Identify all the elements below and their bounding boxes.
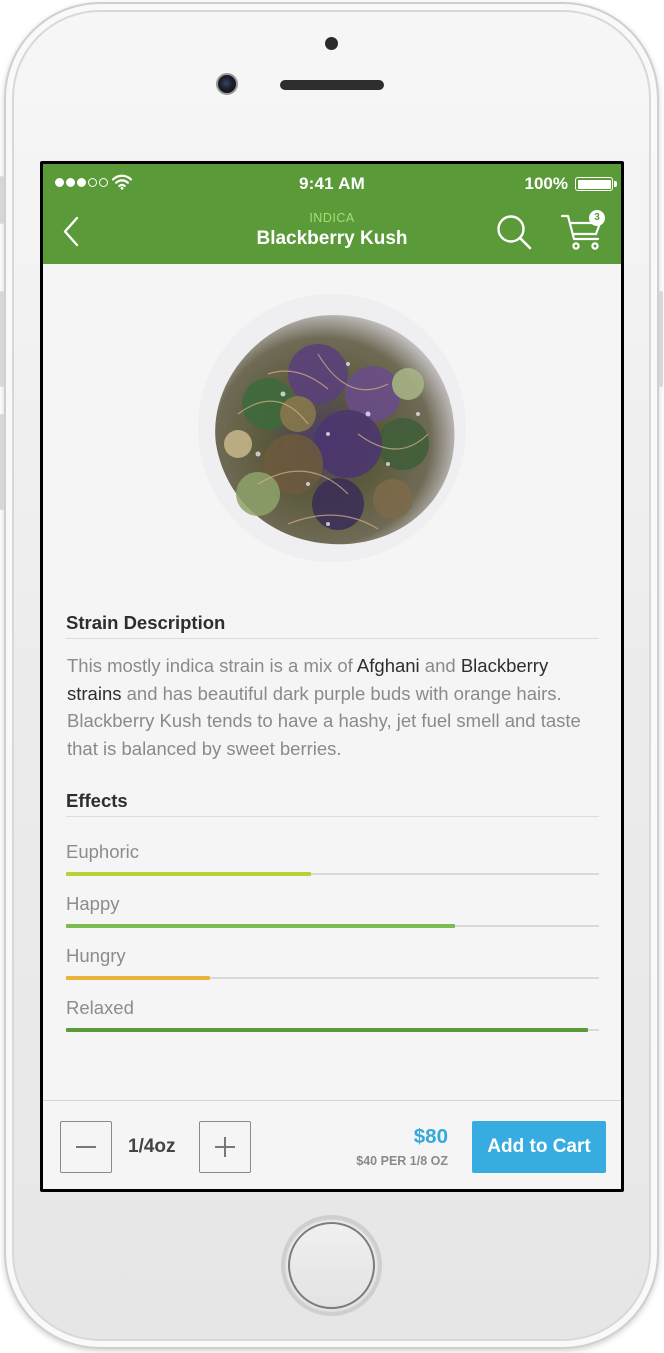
add-to-cart-button[interactable]: Add to Cart [472,1121,606,1173]
divider [66,816,599,817]
app-display: 9:41 AM 100% INDICA Blackberry Kush 3 St… [43,164,621,1189]
quantity-value: 1/4oz [128,1136,176,1157]
search-button[interactable] [495,213,533,251]
effect-bar-fill [66,924,455,928]
proximity-sensor [325,37,338,50]
description-text: and [419,655,461,676]
strain-description-text: This mostly indica strain is a mix of Af… [67,652,602,762]
divider [66,638,599,639]
effect-bar-track [66,1028,599,1032]
cart-count-badge: 3 [589,210,605,226]
purchase-bar: 1/4oz $80 $40 PER 1/8 OZ Add to Cart [43,1100,621,1189]
price: $80 [413,1125,448,1148]
battery-percentage: 100% [524,174,568,193]
effect-row: Happy [66,893,599,928]
effect-label: Euphoric [66,841,140,862]
effect-bar-fill [66,1028,588,1032]
header: 9:41 AM 100% INDICA Blackberry Kush 3 [43,164,621,264]
description-highlight: Afghani [356,655,420,676]
effect-bar-track [66,872,599,876]
effect-label: Relaxed [66,997,134,1018]
effect-row: Hungry [66,945,599,980]
effect-row: Relaxed [66,997,599,1032]
search-icon [497,215,532,250]
decrease-quantity-button[interactable] [60,1121,112,1173]
effect-bar-track [66,976,599,980]
increase-quantity-button[interactable] [199,1121,251,1173]
effect-row: Euphoric [66,841,599,876]
description-text: and has beautiful dark purple buds with … [67,682,581,759]
description-text: This mostly indica strain is a mix of [67,655,357,676]
strain-type: INDICA [309,211,355,225]
effect-bar-fill [66,976,210,980]
page-title: Blackberry Kush [256,228,408,249]
effect-bar-track [66,924,599,928]
product-image [198,294,466,562]
front-camera [216,73,238,95]
strain-description-heading: Strain Description [66,612,226,633]
volume-down-button [0,414,4,510]
home-button[interactable] [281,1215,382,1316]
price-per-unit: $40 PER 1/8 OZ [356,1154,448,1168]
mute-switch [0,176,4,224]
status-bar: 9:41 AM 100% [43,172,621,194]
screen: 9:41 AM 100% INDICA Blackberry Kush 3 St… [40,161,624,1192]
effects-heading: Effects [66,790,128,811]
effect-label: Happy [66,893,120,914]
effect-label: Hungry [66,945,126,966]
earpiece-speaker [280,80,384,90]
effect-bar-fill [66,872,311,876]
power-button [659,291,663,387]
volume-up-button [0,291,4,387]
battery-icon [575,177,617,191]
